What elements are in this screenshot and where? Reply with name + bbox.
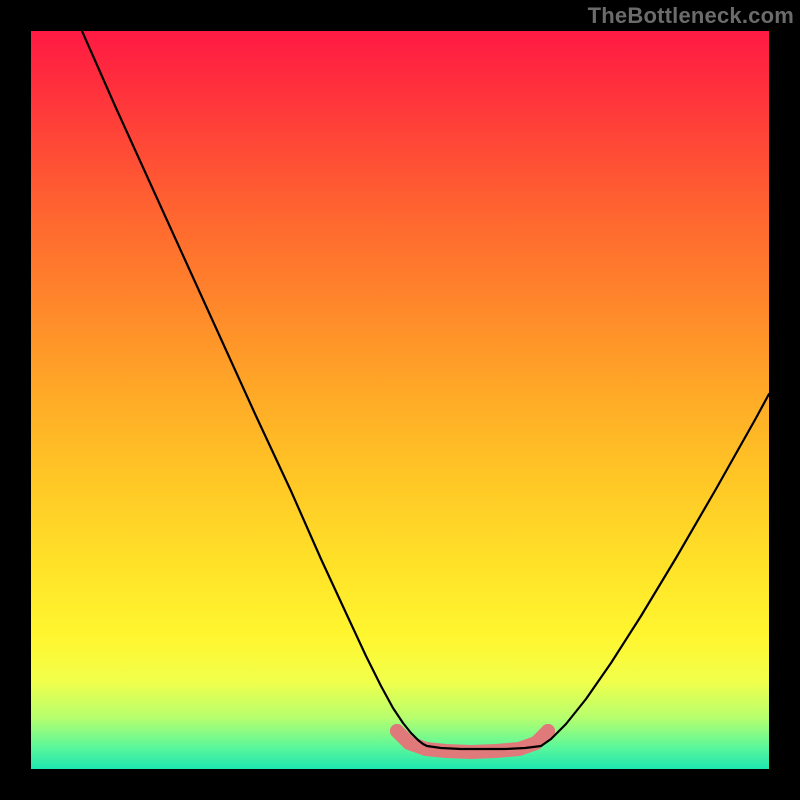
watermark-text: TheBottleneck.com <box>588 0 800 34</box>
curve-layer <box>31 31 769 769</box>
pink-dot-left <box>390 724 404 738</box>
plot-area <box>31 31 769 769</box>
bottleneck-curve <box>82 31 769 749</box>
chart-frame: TheBottleneck.com <box>0 0 800 800</box>
